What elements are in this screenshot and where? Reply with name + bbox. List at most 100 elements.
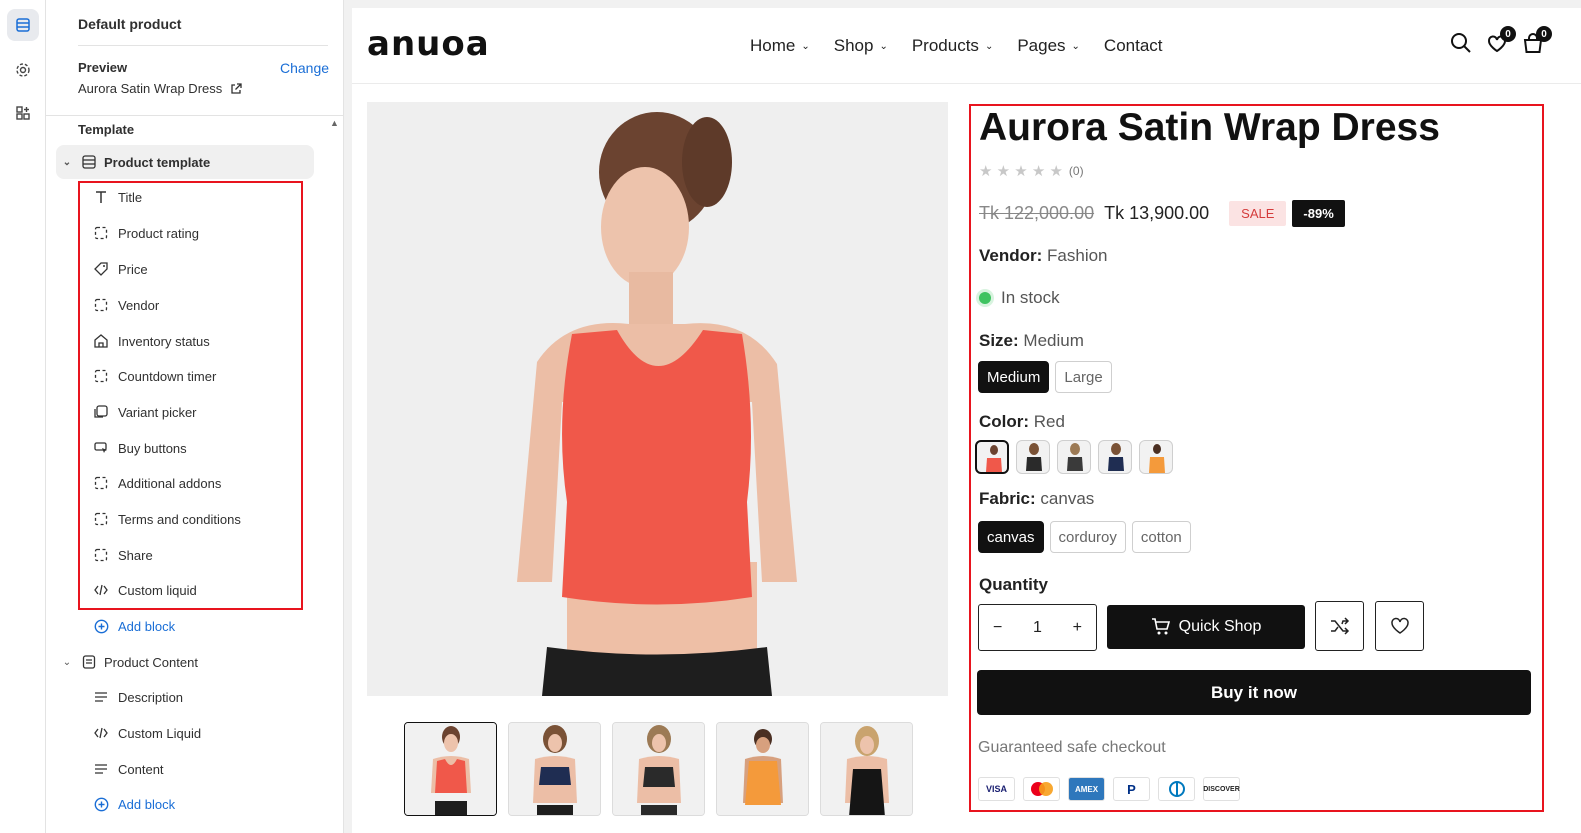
sections-icon[interactable]	[7, 9, 39, 41]
block-countdown-timer[interactable]: Countdown timer	[94, 361, 294, 391]
cart-bag-icon[interactable]: 0	[1522, 26, 1552, 56]
quick-shop-button[interactable]: Quick Shop	[1107, 605, 1305, 649]
block-vendor[interactable]: Vendor	[94, 290, 294, 320]
nav-products[interactable]: Products ⌄	[912, 36, 993, 56]
color-label: Color:	[979, 412, 1030, 431]
block-label: Additional addons	[118, 475, 222, 491]
block-label: Countdown timer	[118, 368, 217, 384]
swatch-red[interactable]	[975, 440, 1009, 474]
caret-up-icon[interactable]: ▲	[330, 118, 339, 128]
heart-icon	[1390, 617, 1409, 634]
header-icons: 0 0	[1450, 26, 1552, 56]
store-logo[interactable]: anuoa	[367, 24, 490, 64]
buy-it-now-button[interactable]: Buy it now	[977, 670, 1531, 715]
chevron-down-icon[interactable]: ⌄	[56, 657, 78, 668]
group-product-content[interactable]: ⌄ Product Content	[56, 645, 314, 679]
block-label: Buy buttons	[118, 440, 187, 456]
size-option-medium[interactable]: Medium	[978, 361, 1050, 393]
block-title[interactable]: Title	[94, 182, 294, 212]
thumbnail-black-cami[interactable]	[820, 722, 913, 816]
compare-at-price: Tk 122,000.00	[979, 203, 1095, 223]
block-variant-picker[interactable]: Variant picker	[94, 397, 294, 427]
block-inventory-status[interactable]: Inventory status	[94, 326, 294, 356]
dashed-square-icon	[94, 226, 116, 240]
nav-pages[interactable]: Pages ⌄	[1017, 36, 1080, 56]
thumbnail-navy-top[interactable]	[508, 722, 601, 816]
in-stock-dot-icon	[979, 292, 991, 304]
fabric-option-corduroy[interactable]: corduroy	[1049, 521, 1126, 553]
swatch-black[interactable]	[1057, 440, 1091, 474]
chevron-down-icon[interactable]: ⌄	[56, 157, 78, 168]
nav-home[interactable]: Home ⌄	[750, 36, 810, 56]
group-product-template[interactable]: ⌄ Product template	[56, 145, 314, 179]
block-custom-liquid-2[interactable]: Custom Liquid	[94, 718, 294, 748]
swatch-orange[interactable]	[1139, 440, 1173, 474]
thumbnail-black-top[interactable]	[612, 722, 705, 816]
block-price[interactable]: Price	[94, 254, 294, 284]
diners-icon	[1158, 777, 1195, 801]
change-preview-link[interactable]: Change	[280, 60, 329, 76]
main-product-image[interactable]	[367, 102, 948, 696]
settings-gear-icon[interactable]	[7, 54, 39, 86]
block-custom-liquid[interactable]: Custom liquid	[94, 575, 294, 605]
quick-shop-label: Quick Shop	[1178, 618, 1262, 635]
color-value: Red	[1033, 412, 1065, 431]
nav-contact[interactable]: Contact	[1104, 36, 1163, 56]
chevron-down-icon: ⌄	[1071, 40, 1080, 52]
text-lines-icon	[94, 690, 116, 704]
chevron-down-icon: ⌄	[801, 40, 810, 52]
wishlist-heart-icon[interactable]: 0	[1486, 26, 1516, 56]
discount-badge: -89%	[1292, 200, 1345, 227]
thumbnail-red-top[interactable]	[404, 722, 497, 816]
block-share[interactable]: Share	[94, 540, 294, 570]
store-icon	[94, 334, 116, 348]
dashed-square-icon	[94, 512, 116, 526]
add-block-button[interactable]: Add block	[94, 611, 294, 641]
mastercard-icon	[1023, 777, 1060, 801]
plus-icon[interactable]: +	[1073, 619, 1082, 637]
block-buy-buttons[interactable]: Buy buttons	[94, 433, 294, 463]
fabric-option-cotton[interactable]: cotton	[1131, 521, 1191, 553]
product-rating[interactable]: ★ ★ ★ ★ ★ (0)	[979, 162, 1084, 180]
size-option-large[interactable]: Large	[1055, 361, 1112, 393]
quantity-value[interactable]: 1	[1033, 619, 1042, 637]
compare-shuffle-button[interactable]	[1315, 601, 1364, 651]
store-header: anuoa Home ⌄ Shop ⌄ Products ⌄ Pages ⌄ Conta…	[352, 8, 1581, 84]
minus-icon[interactable]: −	[993, 619, 1002, 637]
cursor-button-icon	[94, 441, 116, 455]
thumbnail-orange-top[interactable]	[716, 722, 809, 816]
shuffle-icon	[1330, 617, 1349, 635]
rating-count: (0)	[1068, 164, 1084, 178]
fabric-option-canvas[interactable]: canvas	[978, 521, 1044, 553]
nav-shop[interactable]: Shop ⌄	[834, 36, 888, 56]
add-block-button[interactable]: Add block	[94, 789, 294, 819]
block-label: Share	[118, 547, 153, 563]
vendor-value[interactable]: Fashion	[1047, 246, 1107, 265]
block-label: Description	[118, 689, 184, 705]
block-description[interactable]: Description	[94, 682, 294, 712]
main-nav: Home ⌄ Shop ⌄ Products ⌄ Pages ⌄ Contact	[750, 36, 1187, 56]
wishlist-button[interactable]	[1375, 601, 1424, 651]
wishlist-count-badge: 0	[1500, 26, 1516, 42]
swatch-navy[interactable]	[1098, 440, 1132, 474]
visa-icon: VISA	[978, 777, 1015, 801]
search-icon[interactable]	[1450, 32, 1472, 56]
block-terms-and-conditions[interactable]: Terms and conditions	[94, 504, 294, 534]
block-content[interactable]: Content	[94, 754, 294, 784]
apps-icon[interactable]	[7, 97, 39, 129]
text-lines-icon	[94, 762, 116, 776]
swatch-brown[interactable]	[1016, 440, 1050, 474]
group-label: Product Content	[104, 654, 198, 670]
vendor-row: Vendor: Fashion	[979, 246, 1108, 266]
block-additional-addons[interactable]: Additional addons	[94, 468, 294, 498]
preview-product-name: Aurora Satin Wrap Dress	[78, 81, 223, 96]
product-title: Aurora Satin Wrap Dress	[979, 106, 1440, 149]
add-block-label: Add block	[118, 796, 176, 812]
external-link-icon[interactable]	[230, 82, 242, 95]
inventory-status: In stock	[979, 288, 1060, 308]
dashed-square-icon	[94, 298, 116, 312]
nav-label: Shop	[833, 36, 874, 55]
preview-product[interactable]: Aurora Satin Wrap Dress	[78, 81, 242, 96]
block-product-rating[interactable]: Product rating	[94, 218, 294, 248]
block-label: Title	[118, 189, 143, 205]
